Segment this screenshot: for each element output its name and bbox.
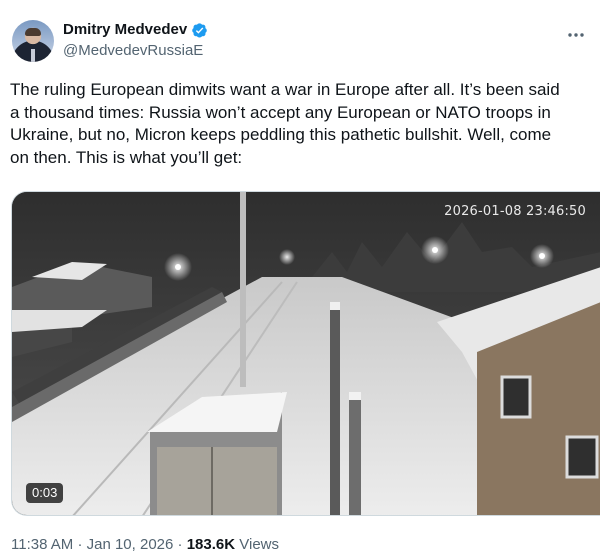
verified-badge-icon (192, 22, 207, 38)
views-label: Views (239, 536, 279, 553)
author-avatar[interactable] (12, 20, 54, 62)
video-timestamp-overlay: 2026-01-08 23:46:50 (444, 204, 586, 219)
meta-separator: · (177, 536, 183, 553)
meta-separator: · (77, 536, 83, 553)
tweet-text: The ruling European dimwits want a war i… (10, 80, 560, 167)
tweet-date[interactable]: Jan 10, 2026 (87, 536, 174, 553)
more-options-icon[interactable] (566, 25, 586, 45)
author-handle[interactable]: @MedvedevRussiaE (63, 41, 208, 61)
tweet-header: Dmitry Medvedev @MedvedevRussiaE (12, 18, 588, 68)
tweet-meta: 11:38 AM · Jan 10, 2026 · 183.6K Views (11, 535, 279, 555)
video-frame (12, 192, 600, 515)
tweet-time[interactable]: 11:38 AM (11, 536, 73, 553)
views-count: 183.6K (186, 536, 236, 553)
author-info: Dmitry Medvedev @MedvedevRussiaE (63, 20, 208, 61)
author-name[interactable]: Dmitry Medvedev (63, 20, 187, 40)
video-duration-badge: 0:03 (26, 483, 64, 503)
video-player[interactable]: 2026-01-08 23:46:50 0:03 (11, 191, 600, 516)
